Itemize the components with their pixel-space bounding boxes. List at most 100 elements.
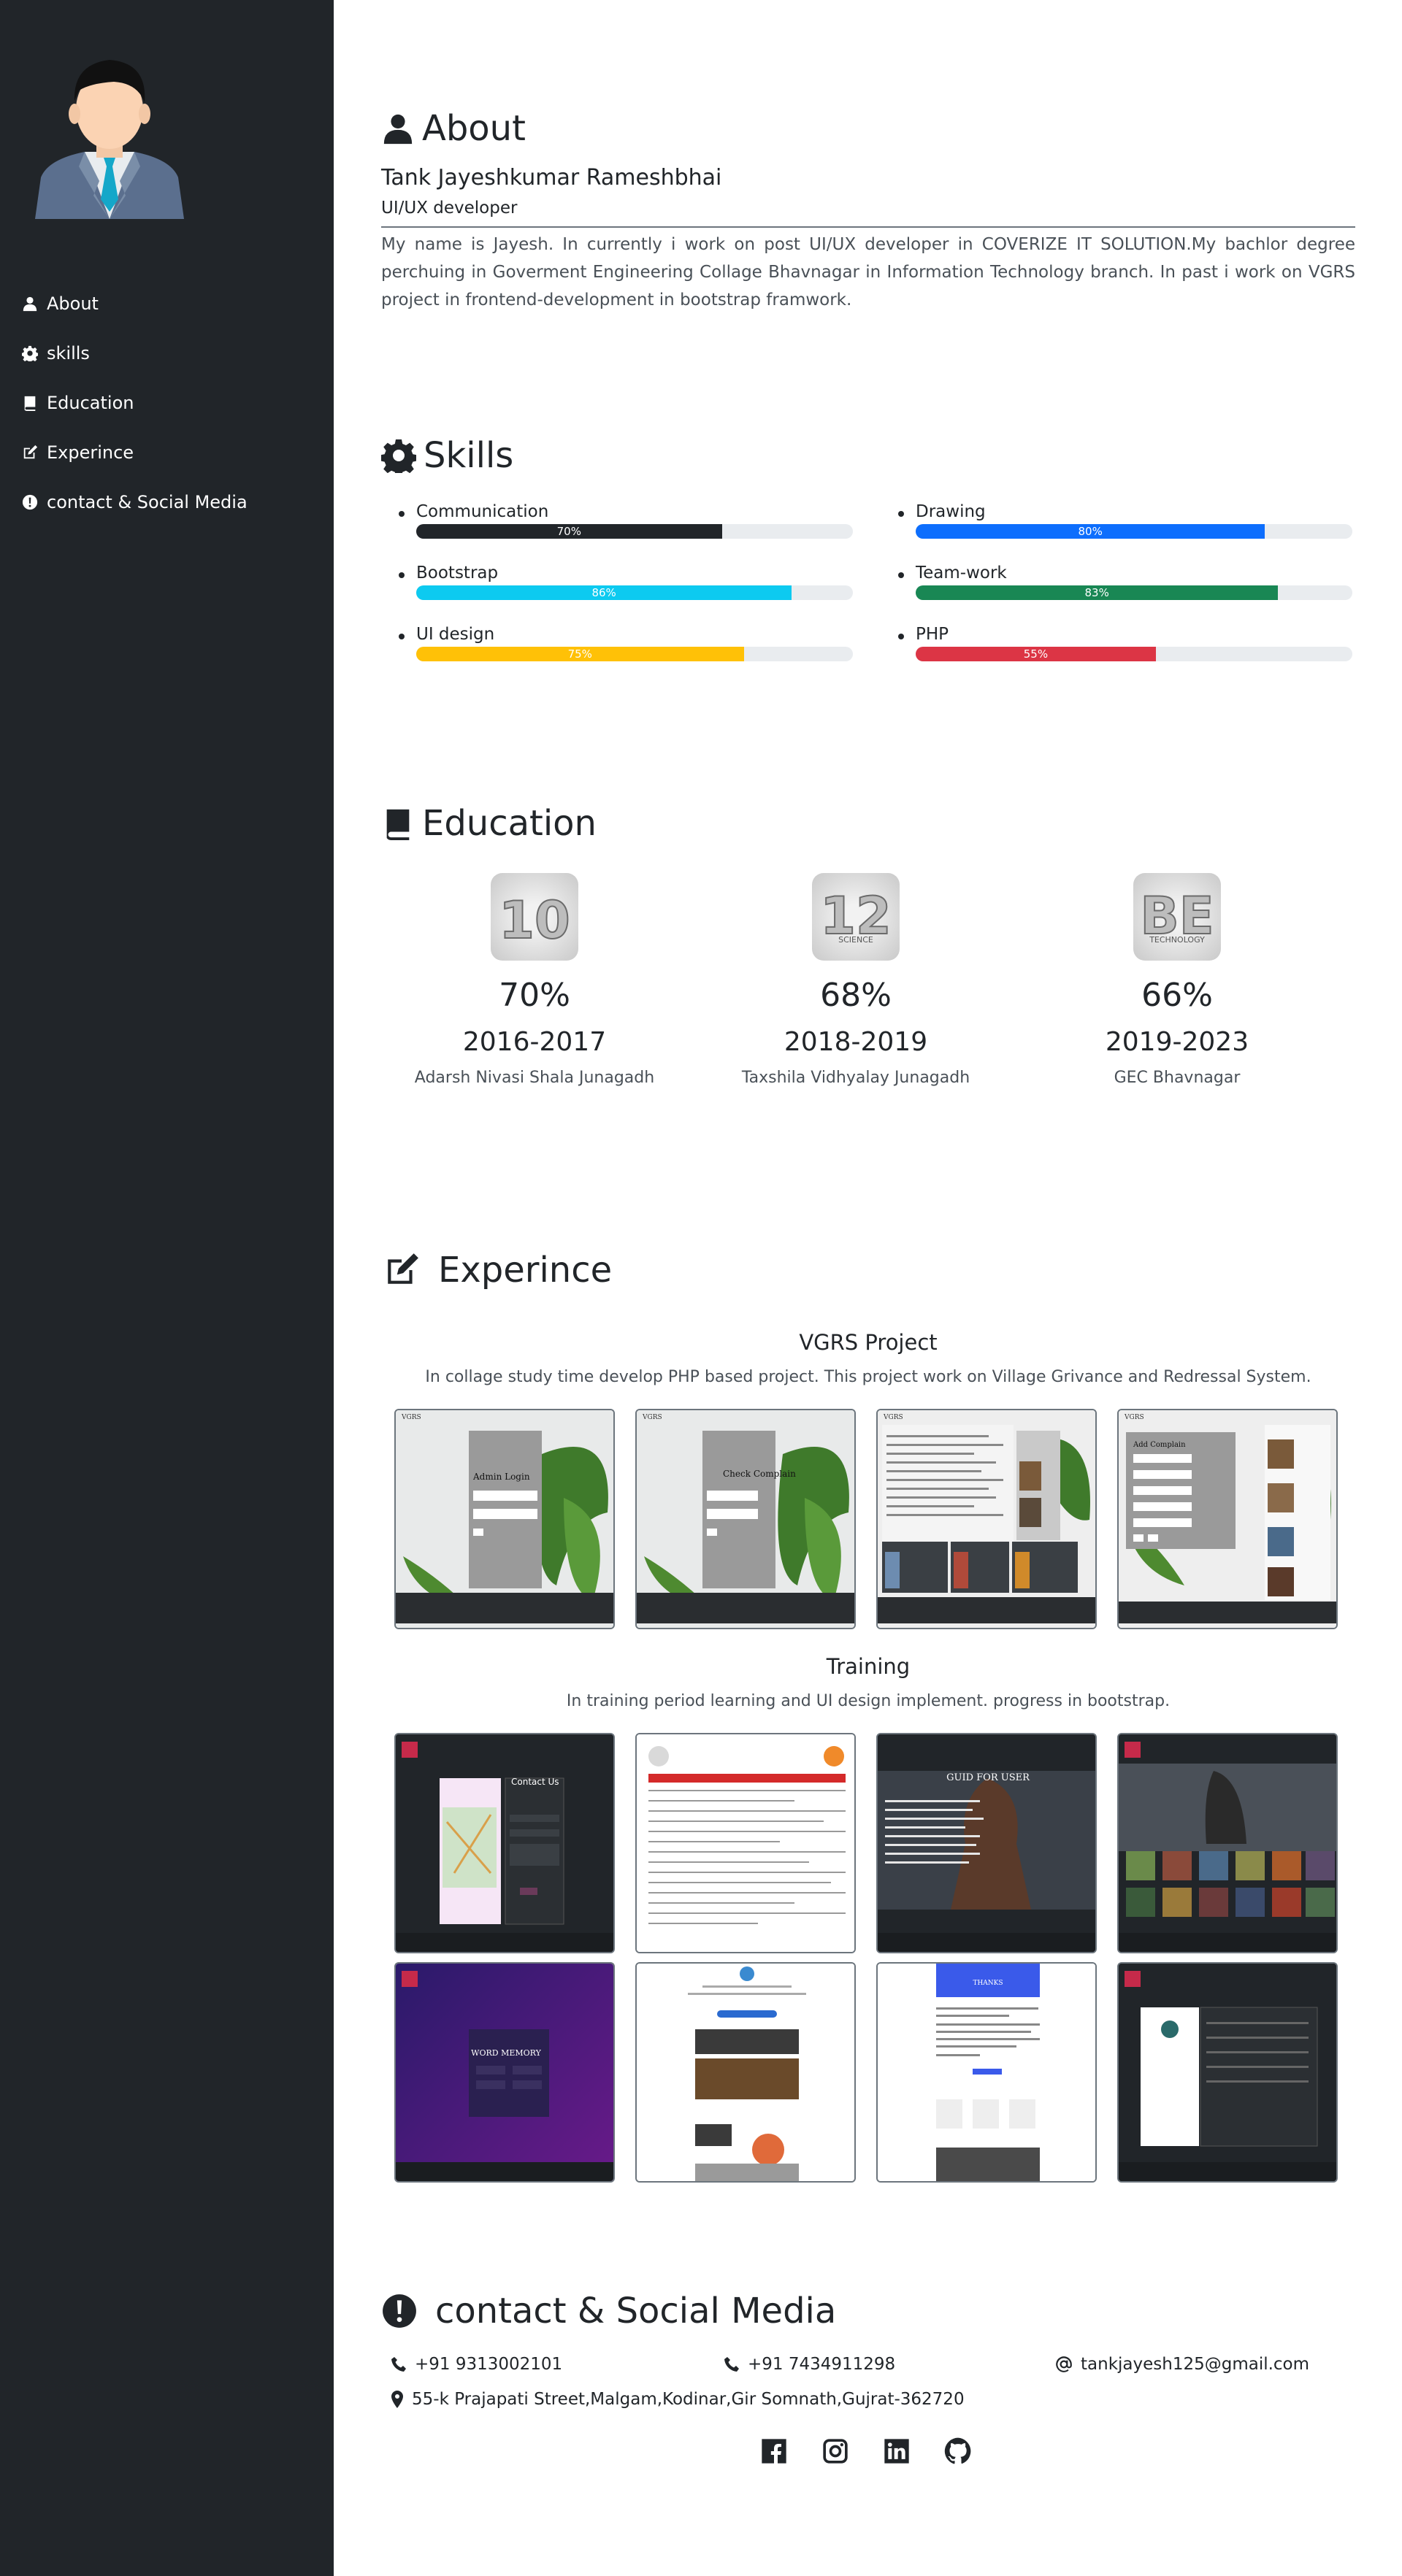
education-years: 2019-2023 <box>1105 1027 1249 1057</box>
about-bio: My name is Jayesh. In currently i work o… <box>381 235 1355 309</box>
screenshot-form-title: Admin Login <box>473 1472 530 1482</box>
email-address: tankjayesh125@gmail.com <box>1081 2355 1310 2374</box>
at-icon <box>1056 2356 1072 2372</box>
education-card: 12 SCIENCE 68% 2018-2019 Taxshila Vidhya… <box>702 873 1009 1087</box>
training-screenshot[interactable]: WORD MEMORY <box>394 1962 615 2183</box>
training-screenshot[interactable]: THANKS <box>876 1962 1097 2183</box>
project-screenshot[interactable]: VGRS Admin Login <box>394 1409 615 1629</box>
sidebar-item-contact[interactable]: contact & Social Media <box>22 477 248 527</box>
sidebar-nav: About skills Education Experince contact… <box>22 279 248 527</box>
book-icon <box>24 396 36 411</box>
phone-number: +91 9313002101 <box>415 2355 563 2374</box>
github-icon[interactable] <box>943 2437 973 2466</box>
skill-progress-track: 75% <box>416 647 853 661</box>
sidebar-item-label: Experince <box>47 442 134 463</box>
skill-item: UI design 75% <box>381 625 853 669</box>
screenshot-image: VGRS <box>396 1410 613 1628</box>
sidebar-item-education[interactable]: Education <box>22 378 248 428</box>
instagram-icon[interactable] <box>821 2437 850 2466</box>
skill-item: PHP 55% <box>881 625 1352 669</box>
project-title: VGRS Project <box>799 1330 938 1355</box>
svg-text:VGRS: VGRS <box>1124 1414 1144 1421</box>
training-screenshot[interactable] <box>1117 1733 1338 1953</box>
project-description: In training period learning and UI desig… <box>566 1692 1171 1710</box>
education-school: GEC Bhavnagar <box>1114 1069 1241 1087</box>
badge-subtext: SCIENCE <box>838 934 873 945</box>
sidebar: About skills Education Experince contact… <box>0 0 334 2576</box>
exclamation-circle-icon <box>383 2294 416 2328</box>
project-screenshot[interactable]: VGRS Check Complain <box>635 1409 856 1629</box>
sidebar-item-skills[interactable]: skills <box>22 328 248 378</box>
education-title-text: Education <box>422 803 597 844</box>
skill-progress-track: 83% <box>916 585 1352 600</box>
social-links <box>759 2437 973 2466</box>
about-title-text: About <box>422 108 526 149</box>
education-school: Taxshila Vidhyalay Junagadh <box>741 1069 970 1087</box>
education-percent: 66% <box>1141 977 1213 1014</box>
bullet <box>399 634 405 639</box>
contact-email[interactable]: tankjayesh125@gmail.com <box>1054 2355 1309 2374</box>
phone-icon <box>724 2357 739 2372</box>
address-text: 55-k Prajapati Street,Malgam,Kodinar,Gir… <box>412 2390 965 2409</box>
skill-progress-bar: 83% <box>916 585 1279 600</box>
education-badge: BE TECHNOLOGY <box>1133 873 1221 961</box>
contact-phone-1[interactable]: +91 9313002101 <box>390 2355 562 2374</box>
training-screenshot[interactable]: GUID FOR USER <box>876 1733 1097 1953</box>
edit-icon <box>23 445 38 459</box>
project-screenshot[interactable]: VGRS <box>876 1409 1097 1629</box>
screenshot-image: VGRS <box>878 1410 1095 1628</box>
screenshot-image <box>637 1964 854 2181</box>
location-pin-icon <box>391 2391 403 2408</box>
bullet <box>399 572 405 578</box>
linkedin-icon[interactable] <box>882 2437 911 2466</box>
contact-phone-2[interactable]: +91 7434911298 <box>723 2355 895 2374</box>
skills-title: Skills <box>381 435 1355 476</box>
education-badge: 10 <box>491 873 578 961</box>
gear-icon <box>381 439 416 473</box>
screenshot-image <box>396 1734 613 1952</box>
education-section: Education 10 70% 2016-2017 Adarsh Nivasi… <box>381 803 1355 1087</box>
experience-section: Experince VGRS Project In collage study … <box>381 1250 1355 2183</box>
project-description: In collage study time develop PHP based … <box>425 1368 1311 1386</box>
screenshot-image <box>637 1734 854 1952</box>
project-screenshot[interactable]: VGRS Add Complain <box>1117 1409 1338 1629</box>
training-screenshot[interactable] <box>1117 1962 1338 2183</box>
sidebar-item-about[interactable]: About <box>22 279 248 328</box>
education-card: BE TECHNOLOGY 66% 2019-2023 GEC Bhavnaga… <box>1024 873 1330 1087</box>
sidebar-item-experince[interactable]: Experince <box>22 428 248 477</box>
training-screenshot[interactable] <box>635 1733 856 1953</box>
skill-progress-track: 70% <box>416 524 853 539</box>
education-card: 10 70% 2016-2017 Adarsh Nivasi Shala Jun… <box>381 873 688 1087</box>
skill-progress-bar: 70% <box>416 524 722 539</box>
skill-progress-track: 86% <box>416 585 853 600</box>
training-screenshot[interactable] <box>635 1962 856 2183</box>
education-percent: 68% <box>820 977 892 1014</box>
experience-title: Experince <box>381 1250 1355 1291</box>
screenshot-image: VGRS <box>637 1410 854 1628</box>
experience-title-text: Experince <box>438 1250 613 1291</box>
gear-icon <box>22 345 38 361</box>
screenshot-caption: Contact Us <box>511 1777 559 1787</box>
skill-name: Bootstrap <box>416 564 499 583</box>
facebook-icon[interactable] <box>759 2437 789 2466</box>
screenshot-caption: THANKS <box>973 1980 1003 1987</box>
education-badge: 12 SCIENCE <box>812 873 900 961</box>
screenshot-image <box>396 1964 613 2181</box>
about-section: About Tank Jayeshkumar Rameshbhai UI/UX … <box>381 108 1355 309</box>
edit-icon <box>388 1253 418 1284</box>
profile-avatar <box>35 60 184 219</box>
exclamation-circle-icon <box>22 494 38 510</box>
badge-text: 10 <box>498 891 570 950</box>
contact-section: contact & Social Media +91 9313002101 +9… <box>381 2291 1355 2464</box>
skill-item: Communication 70% <box>381 502 853 546</box>
badge-subtext: TECHNOLOGY <box>1149 934 1205 945</box>
contact-address: 55-k Prajapati Street,Malgam,Kodinar,Gir… <box>390 2390 965 2409</box>
svg-text:VGRS: VGRS <box>642 1414 662 1421</box>
screenshot-caption: GUID FOR USER <box>946 1772 1030 1783</box>
training-screenshot[interactable]: Contact Us <box>394 1733 615 1953</box>
skill-name: UI design <box>416 625 495 644</box>
screenshot-form-title: Check Complain <box>723 1469 796 1479</box>
bullet <box>898 634 904 639</box>
sidebar-item-label: skills <box>47 343 90 364</box>
screenshot-image <box>878 1964 1095 2181</box>
